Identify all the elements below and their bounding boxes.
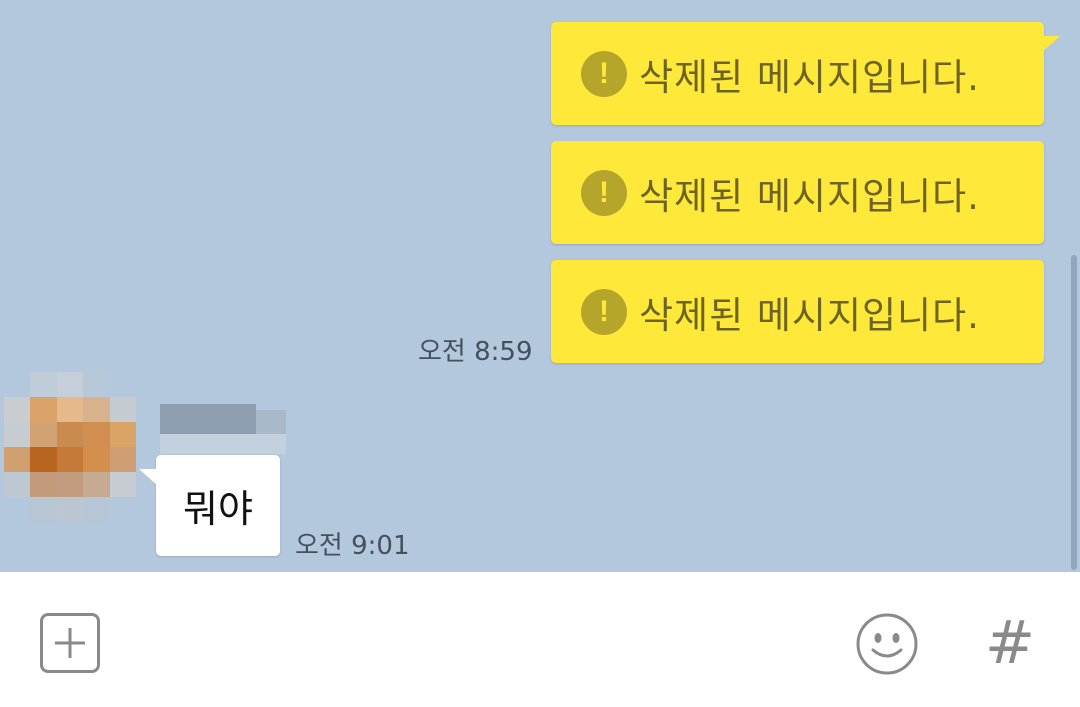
bubble-tail [1042,36,1060,52]
sent-message-bubble[interactable]: ! 삭제된 메시지입니다. [551,141,1044,244]
bubble-tail [139,469,157,485]
emoji-icon[interactable] [855,612,919,676]
received-message-text: 뭐야 [183,487,253,531]
deleted-message-text: 삭제된 메시지입니다. [639,174,980,218]
avatar[interactable] [4,372,136,522]
plus-icon[interactable] [40,613,100,673]
received-timestamp: 오전 9:01 [295,531,410,561]
chat-area[interactable]: ! 삭제된 메시지입니다. ! 삭제된 메시지입니다. ! 삭제된 메시지입니다… [0,0,1080,572]
alert-icon: ! [581,50,627,97]
deleted-message-text: 삭제된 메시지입니다. [639,55,980,99]
alert-icon: ! [581,169,627,216]
hash-icon[interactable]: # [982,608,1038,678]
sender-name [160,402,288,454]
deleted-message-text: 삭제된 메시지입니다. [639,293,980,337]
sent-message-bubble[interactable]: ! 삭제된 메시지입니다. [551,260,1044,363]
input-bar: # [0,572,1080,707]
scrollbar[interactable] [1071,255,1077,570]
received-message-bubble[interactable]: 뭐야 [139,455,280,556]
sent-message-bubble[interactable]: ! 삭제된 메시지입니다. [551,22,1060,125]
sent-timestamp: 오전 8:59 [418,337,533,367]
alert-icon: ! [581,288,627,335]
